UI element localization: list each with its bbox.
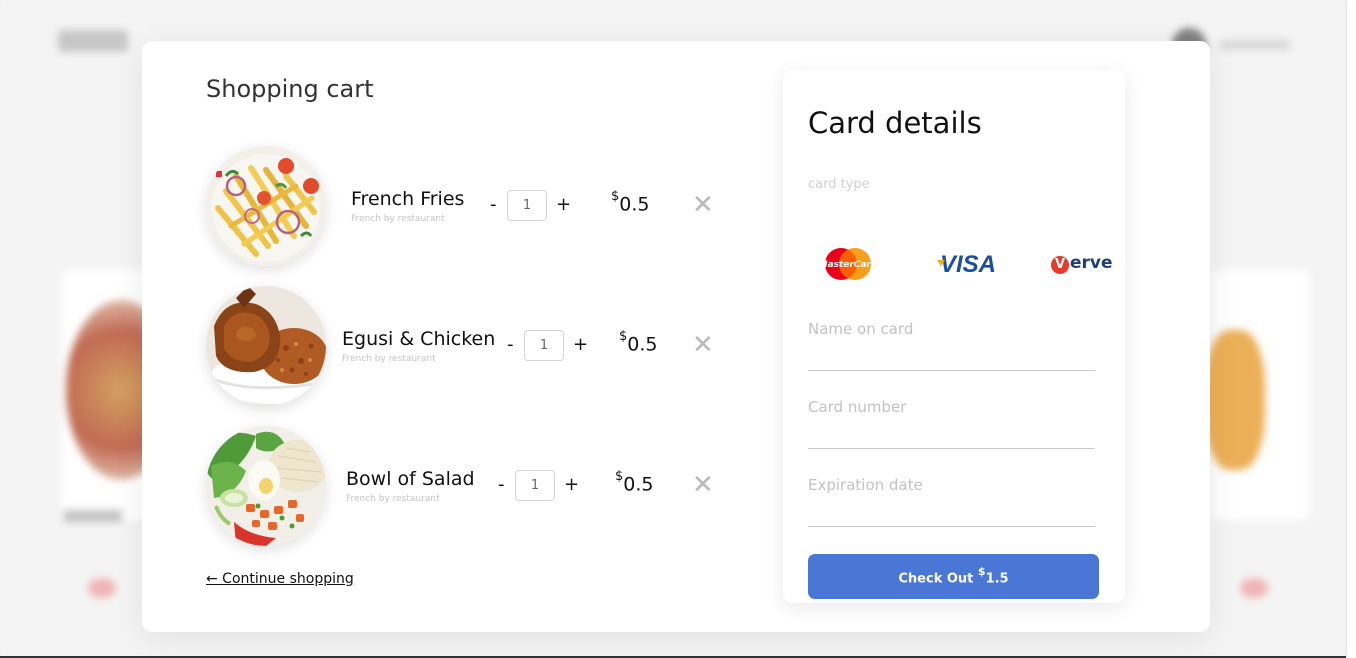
mastercard-logo[interactable]: MasterCard [825, 243, 871, 285]
card-details-title: Card details [808, 106, 982, 140]
item-subtitle: French by restaurant [342, 354, 436, 364]
decrease-quantity-button[interactable]: - [490, 194, 497, 215]
cart-item: French Fries French by restaurant - + $0… [206, 146, 726, 268]
checkout-button[interactable]: Check Out $1.5 [808, 554, 1099, 599]
name-on-card-field[interactable]: Name on card [808, 320, 1095, 372]
background-food-image [1205, 330, 1265, 470]
field-underline [808, 448, 1095, 449]
verve-logo[interactable]: Verve [1051, 253, 1113, 274]
field-underline [808, 526, 1095, 527]
expiration-date-label: Expiration date [808, 476, 923, 494]
continue-shopping-link[interactable]: ← Continue shopping [206, 571, 354, 587]
decrease-quantity-button[interactable]: - [498, 474, 505, 495]
currency-symbol: $ [619, 329, 628, 344]
background-button [88, 578, 116, 598]
item-price: $0.5 [615, 469, 654, 496]
card-number-label: Card number [808, 398, 907, 416]
price-value: 0.5 [619, 193, 650, 216]
item-price: $0.5 [611, 189, 650, 216]
card-number-field[interactable]: Card number [808, 398, 1095, 450]
remove-item-button[interactable]: ✕ [692, 190, 714, 220]
card-details-panel: Card details card type MasterCard VISA V… [783, 70, 1125, 603]
item-image [206, 286, 326, 406]
cart-item: Bowl of Salad French by restaurant - + $… [206, 426, 726, 548]
background-button [1240, 578, 1268, 598]
background-label [64, 510, 122, 522]
increase-quantity-button[interactable]: + [573, 334, 588, 355]
mastercard-logo-text: MasterCard [825, 260, 871, 270]
item-name: French Fries [351, 188, 465, 210]
verve-logo-mark: V [1051, 256, 1069, 274]
quantity-input[interactable] [507, 190, 547, 221]
verve-logo-text: erve [1070, 253, 1113, 273]
quantity-input[interactable] [524, 330, 564, 361]
item-price: $0.5 [619, 329, 658, 356]
item-name: Egusi & Chicken [342, 328, 496, 350]
currency-symbol: $ [611, 189, 620, 204]
quantity-input[interactable] [515, 470, 555, 501]
item-subtitle: French by restaurant [346, 494, 440, 504]
item-subtitle: French by restaurant [351, 214, 445, 224]
remove-item-button[interactable]: ✕ [692, 330, 714, 360]
currency-symbol: $ [615, 469, 624, 484]
price-value: 0.5 [627, 333, 658, 356]
price-value: 0.5 [623, 473, 654, 496]
visa-logo[interactable]: VISA [935, 248, 1001, 278]
card-type-label: card type [808, 177, 870, 192]
cart-item: Egusi & Chicken French by restaurant - +… [206, 286, 726, 408]
visa-logo-text: VISA [940, 251, 996, 278]
background-logo [58, 30, 128, 52]
decrease-quantity-button[interactable]: - [507, 334, 514, 355]
checkout-total: 1.5 [985, 571, 1009, 587]
background-nav [1220, 40, 1290, 50]
name-on-card-label: Name on card [808, 320, 914, 338]
item-image [206, 146, 326, 266]
increase-quantity-button[interactable]: + [564, 474, 579, 495]
item-image [206, 426, 326, 546]
item-name: Bowl of Salad [346, 468, 475, 490]
cart-modal: Shopping cart French Fries French by res… [142, 41, 1210, 632]
checkout-currency: $ [977, 564, 986, 578]
field-underline [808, 370, 1095, 371]
increase-quantity-button[interactable]: + [556, 194, 571, 215]
remove-item-button[interactable]: ✕ [692, 470, 714, 500]
expiration-date-field[interactable]: Expiration date [808, 476, 1095, 528]
scrollbar[interactable] [1346, 0, 1356, 658]
checkout-label: Check Out [898, 571, 974, 587]
cart-title: Shopping cart [206, 75, 374, 103]
